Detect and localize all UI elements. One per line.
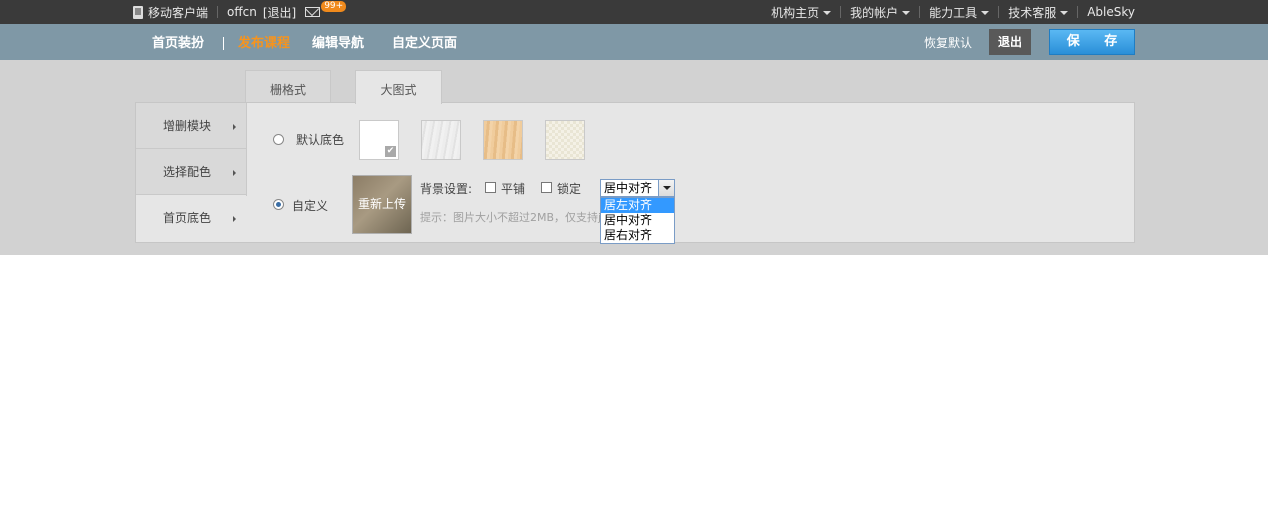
default-bg-label: 默认底色 [296, 133, 345, 147]
tab-large-image[interactable]: 大图式 [355, 70, 442, 104]
arrow-right-icon [233, 216, 236, 222]
nav-custom-page[interactable]: 自定义页面 [392, 24, 457, 60]
checkmark-icon: ✔ [385, 146, 396, 157]
menu-my-account-label: 我的帐户 [850, 5, 899, 20]
swatch-wood-light[interactable] [483, 120, 523, 160]
divider [998, 6, 1000, 18]
top-bar: 移动客户端 offcn [退出] 99+ 机构主页 我的帐户 能力工具 技术客服… [0, 0, 1268, 24]
mail-count-badge: 99+ [321, 0, 347, 12]
sidebar-item-modules[interactable]: 增删模块 [136, 103, 246, 149]
sidebar-item-label: 首页底色 [162, 211, 211, 225]
bg-settings-label: 背景设置: [420, 182, 473, 196]
menu-tools[interactable]: 能力工具 [929, 4, 990, 21]
chevron-down-icon [902, 11, 911, 15]
divider [919, 6, 921, 18]
align-select-value: 居中对齐 [604, 181, 653, 195]
tile-label: 平铺 [501, 182, 526, 196]
menu-org-home[interactable]: 机构主页 [771, 4, 832, 21]
chevron-down-icon [981, 11, 990, 15]
divider [217, 6, 219, 18]
arrow-right-icon [233, 124, 236, 130]
custom-bg-radio[interactable] [273, 199, 284, 210]
mail-icon[interactable] [305, 7, 321, 17]
username: offcn [227, 5, 257, 19]
menu-support-label: 技术客服 [1008, 5, 1057, 20]
chevron-down-icon [823, 11, 832, 15]
align-dropdown-list: 居左对齐 居中对齐 居右对齐 [600, 197, 675, 244]
edit-nav-bar: 首页装扮 发布课程 编辑导航 自定义页面 恢复默认 退出 保 存 [0, 24, 1268, 60]
dropdown-arrow-icon[interactable] [658, 180, 674, 196]
align-option-right[interactable]: 居右对齐 [601, 228, 674, 243]
sidebar-item-label: 增删模块 [162, 119, 211, 133]
swatch-wood-white[interactable] [421, 120, 461, 160]
tab-grid-layout[interactable]: 栅格式 [245, 70, 331, 103]
sidebar-item-label: 选择配色 [162, 165, 211, 179]
align-option-left[interactable]: 居左对齐 [601, 198, 674, 213]
swatch-pattern-cream[interactable] [545, 120, 585, 160]
mobile-phone-icon [133, 5, 143, 19]
restore-default-link[interactable]: 恢复默认 [924, 24, 972, 60]
reupload-button[interactable]: 重新上传 [352, 175, 412, 234]
arrow-right-icon [233, 170, 236, 176]
swatch-white[interactable]: ✔ [359, 120, 399, 160]
sidebar-border [246, 103, 247, 196]
lock-label: 锁定 [557, 182, 582, 196]
align-option-center[interactable]: 居中对齐 [601, 213, 674, 228]
brand-link[interactable]: AbleSky [1087, 5, 1135, 19]
divider [840, 6, 842, 18]
nav-publish-course[interactable]: 发布课程 [238, 24, 290, 60]
top-bar-right: 机构主页 我的帐户 能力工具 技术客服 AbleSky [771, 0, 1135, 24]
top-bar-left: 移动客户端 offcn [退出] 99+ [133, 0, 347, 24]
settings-panel: 增删模块 选择配色 首页底色 默认底色 ✔ 自定义 重新上传 背景设置: 平铺 … [135, 102, 1135, 244]
custom-bg-label: 自定义 [292, 199, 329, 213]
editor-workarea: 栅格式 大图式 增删模块 选择配色 首页底色 默认底色 ✔ 自定义 重新上传 背… [0, 60, 1268, 255]
exit-button[interactable]: 退出 [989, 29, 1031, 55]
default-bg-radio[interactable] [273, 134, 284, 145]
align-select[interactable]: 居中对齐 [600, 179, 675, 197]
logout-link[interactable]: [退出] [263, 4, 296, 21]
sidebar-item-background[interactable]: 首页底色 [136, 195, 246, 242]
nav-divider [223, 37, 224, 50]
tile-checkbox[interactable] [485, 182, 496, 193]
mobile-client-link[interactable]: 移动客户端 [148, 4, 208, 21]
menu-tools-label: 能力工具 [929, 5, 978, 20]
panel-sidebar: 增删模块 选择配色 首页底色 [136, 103, 246, 242]
menu-support[interactable]: 技术客服 [1008, 4, 1069, 21]
chevron-down-icon [1060, 11, 1069, 15]
lock-checkbox[interactable] [541, 182, 552, 193]
save-button[interactable]: 保 存 [1049, 29, 1135, 55]
divider [1077, 6, 1079, 18]
menu-my-account[interactable]: 我的帐户 [850, 4, 911, 21]
nav-edit-navigation[interactable]: 编辑导航 [312, 24, 364, 60]
sidebar-item-color-scheme[interactable]: 选择配色 [136, 149, 246, 195]
nav-home-decor[interactable]: 首页装扮 [152, 24, 204, 60]
menu-org-home-label: 机构主页 [771, 5, 820, 20]
